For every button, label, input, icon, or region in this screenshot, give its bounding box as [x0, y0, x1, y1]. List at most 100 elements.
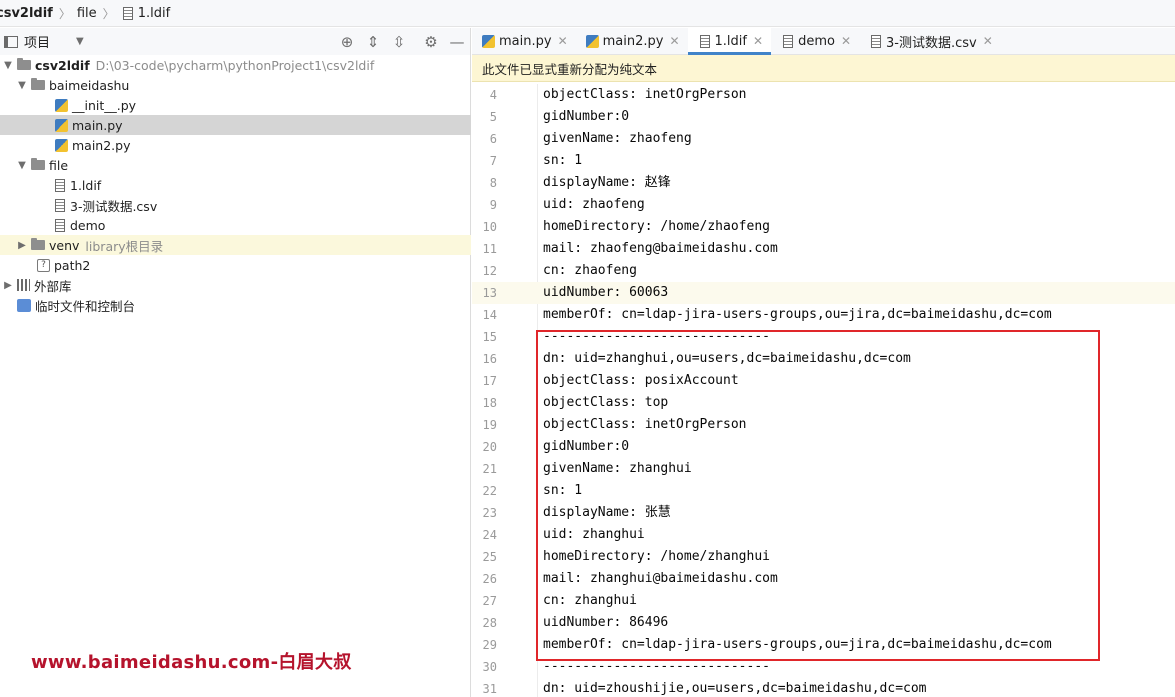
line-number[interactable]: 27	[467, 590, 497, 612]
close-icon[interactable]: ✕	[669, 34, 679, 48]
code-line[interactable]: memberOf: cn=ldap-jira-users-groups,ou=j…	[543, 304, 1052, 326]
tab-label: 1.ldif	[714, 33, 747, 49]
line-number[interactable]: 7	[467, 150, 497, 172]
line-number[interactable]: 21	[467, 458, 497, 480]
project-panel: 项目 ▼ ⊕ ⇕ ⇳ ⚙ — ▼ csv2ldif D:\03-code\pyc…	[0, 28, 471, 697]
python-file-icon	[585, 34, 599, 48]
tab-demo[interactable]: demo ✕	[771, 28, 859, 54]
line-number[interactable]: 25	[467, 546, 497, 568]
tree-item-main-py[interactable]: main.py	[0, 115, 471, 135]
tree-item-library-hint: library根目录	[85, 238, 164, 254]
chevron-down-icon[interactable]: ▼	[16, 160, 28, 171]
tree-item-init-py[interactable]: __init__.py	[0, 95, 471, 115]
code-line[interactable]: sn: 1	[543, 150, 582, 172]
code-line[interactable]: homeDirectory: /home/zhaofeng	[543, 216, 770, 238]
code-line[interactable]: dn: uid=zhoushijie,ou=users,dc=baimeidas…	[543, 678, 927, 697]
tree-item-label: 外部库	[34, 278, 72, 294]
python-file-icon	[55, 138, 68, 152]
folder-icon	[31, 158, 45, 170]
chevron-down-icon[interactable]: ▼	[2, 60, 14, 71]
text-file-icon	[55, 218, 65, 232]
folder-icon	[31, 238, 45, 250]
line-number[interactable]: 23	[467, 502, 497, 524]
code-line[interactable]: objectClass: inetOrgPerson	[543, 84, 747, 106]
tree-item-main2-py[interactable]: main2.py	[0, 135, 471, 155]
line-number[interactable]: 24	[467, 524, 497, 546]
locate-file-icon[interactable]: ⊕	[337, 32, 357, 52]
expand-all-icon[interactable]: ⇕	[363, 32, 383, 52]
chevron-down-icon[interactable]: ▼	[16, 80, 28, 91]
line-number[interactable]: 22	[467, 480, 497, 502]
breadcrumb-item-file[interactable]: 1.ldif	[138, 0, 170, 27]
line-number[interactable]: 14	[467, 304, 497, 326]
library-icon	[17, 279, 30, 291]
line-number[interactable]: 4	[467, 84, 497, 106]
python-file-icon	[482, 34, 495, 48]
gear-icon[interactable]: ⚙	[421, 32, 441, 52]
tree-item-path2[interactable]: ? path2	[0, 255, 471, 275]
line-number[interactable]: 29	[467, 634, 497, 656]
tree-item-baimeidashu[interactable]: ▼ baimeidashu	[0, 75, 471, 95]
tab-csv[interactable]: 3-测试数据.csv ✕	[859, 28, 1001, 54]
tree-item-label: 临时文件和控制台	[35, 298, 136, 314]
tree-item-file[interactable]: ▼ file	[0, 155, 471, 175]
code-line[interactable]: gidNumber:0	[543, 106, 629, 128]
code-line[interactable]: cn: zhaofeng	[543, 260, 637, 282]
line-number[interactable]: 16	[467, 348, 497, 370]
tree-item-csv[interactable]: 3-测试数据.csv	[0, 195, 471, 215]
line-number[interactable]: 9	[467, 194, 497, 216]
code-line[interactable]: mail: zhaofeng@baimeidashu.com	[543, 238, 778, 260]
line-number[interactable]: 20	[467, 436, 497, 458]
line-number[interactable]: 15	[467, 326, 497, 348]
line-number[interactable]: 6	[467, 128, 497, 150]
line-number[interactable]: 13	[467, 282, 497, 304]
breadcrumb-item-project[interactable]: csv2ldif	[0, 0, 53, 27]
code-line[interactable]: displayName: 赵锋	[543, 172, 671, 194]
chevron-right-icon[interactable]: ▶	[2, 280, 14, 291]
line-number[interactable]: 17	[467, 370, 497, 392]
tree-item-demo[interactable]: demo	[0, 215, 471, 235]
code-line[interactable]: uid: zhaofeng	[543, 194, 645, 216]
tab-label: 3-测试数据.csv	[886, 35, 977, 51]
tree-item-label: main.py	[72, 117, 123, 133]
tab-1-ldif[interactable]: 1.ldif ✕	[687, 28, 772, 55]
tab-main2-py[interactable]: main2.py ✕	[576, 28, 688, 54]
line-number[interactable]: 28	[467, 612, 497, 634]
tab-main-py[interactable]: main.py ✕	[472, 28, 576, 54]
package-folder-icon	[31, 78, 45, 90]
collapse-all-icon[interactable]: ⇳	[389, 32, 409, 52]
text-file-icon	[699, 34, 710, 48]
tree-item-label: path2	[54, 257, 91, 273]
tree-item-scratches[interactable]: 临时文件和控制台	[0, 295, 471, 315]
close-icon[interactable]: ✕	[983, 34, 993, 48]
notice-text: 此文件已显式重新分配为纯文本	[482, 61, 658, 77]
text-file-icon	[783, 34, 794, 48]
line-number[interactable]: 26	[467, 568, 497, 590]
line-number[interactable]: 11	[467, 238, 497, 260]
line-number[interactable]: 18	[467, 392, 497, 414]
line-number[interactable]: 12	[467, 260, 497, 282]
line-number[interactable]: 30	[467, 656, 497, 678]
line-number[interactable]: 19	[467, 414, 497, 436]
hide-panel-icon[interactable]: —	[447, 32, 467, 52]
breadcrumb-item-folder[interactable]: file	[77, 0, 97, 27]
code-line[interactable]: uidNumber: 60063	[543, 282, 668, 304]
tree-item-external-libraries[interactable]: ▶ 外部库	[0, 275, 471, 295]
line-number[interactable]: 8	[467, 172, 497, 194]
path-file-icon: ?	[37, 258, 50, 272]
close-icon[interactable]: ✕	[753, 34, 763, 48]
chevron-right-icon[interactable]: ▶	[16, 240, 28, 251]
text-file-icon	[55, 178, 65, 192]
line-number[interactable]: 5	[467, 106, 497, 128]
close-icon[interactable]: ✕	[841, 34, 851, 48]
tree-item-venv[interactable]: ▶ venv library根目录	[0, 235, 471, 255]
project-view-selector[interactable]: 项目 ▼	[4, 32, 84, 51]
tree-item-1-ldif[interactable]: 1.ldif	[0, 175, 471, 195]
folder-icon	[17, 58, 31, 70]
code-line[interactable]: givenName: zhaofeng	[543, 128, 692, 150]
line-number[interactable]: 10	[467, 216, 497, 238]
line-number[interactable]: 31	[467, 678, 497, 697]
close-icon[interactable]: ✕	[558, 34, 568, 48]
highlight-box	[536, 330, 1100, 661]
tree-item-csv2ldif[interactable]: ▼ csv2ldif D:\03-code\pycharm\pythonProj…	[0, 55, 471, 75]
